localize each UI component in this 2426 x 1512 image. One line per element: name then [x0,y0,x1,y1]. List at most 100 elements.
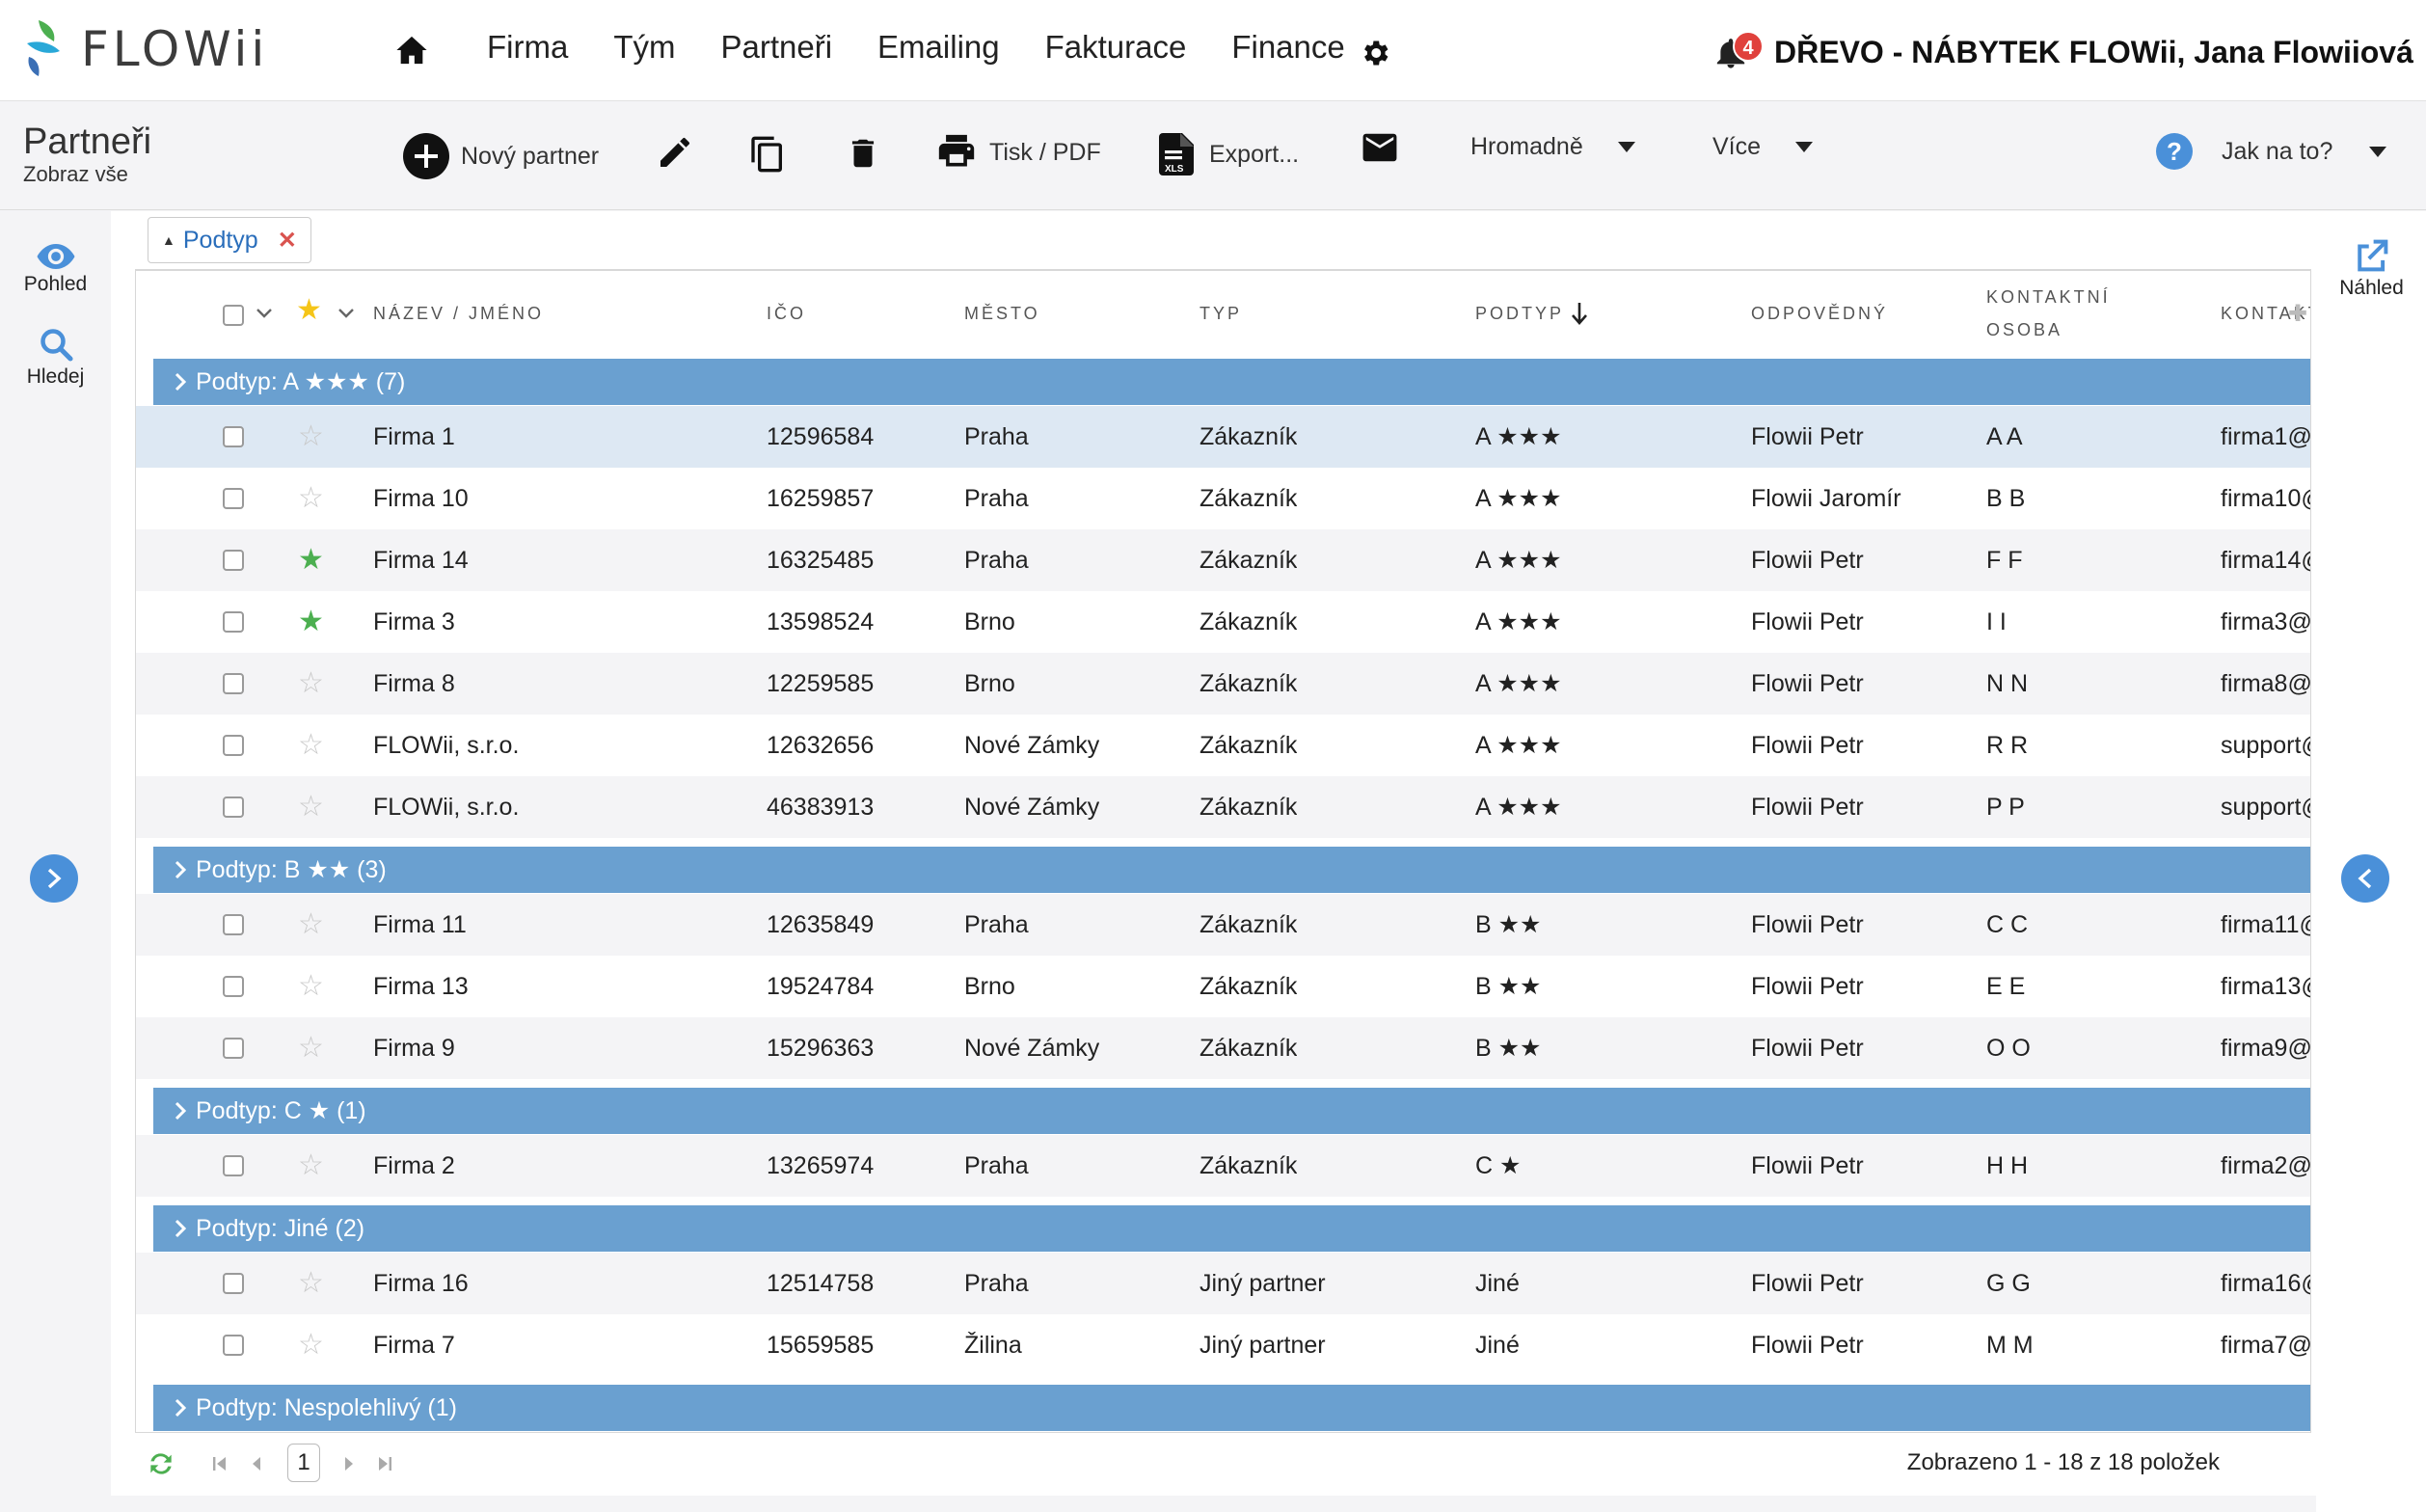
row-checkbox[interactable] [223,735,244,756]
row-checkbox[interactable] [223,796,244,818]
favorite-header-star-icon[interactable]: ★ [296,296,322,325]
cell-name[interactable]: Firma 14 [373,529,469,591]
preview-button[interactable]: Náhled [2316,238,2426,300]
row-checkbox[interactable] [223,1335,244,1356]
nav-fakturace[interactable]: Fakturace [1045,29,1187,66]
row-checkbox[interactable] [223,611,244,633]
company-user-label[interactable]: DŘEVO - NÁBYTEK FLOWii, Jana Flowiiová [1774,35,2413,70]
nav-finance[interactable]: Finance [1231,29,1344,66]
print-pdf-button[interactable]: Tisk / PDF [935,133,1101,172]
home-icon[interactable] [395,35,428,66]
more-dropdown[interactable]: Více [1712,133,1814,161]
cell-name[interactable]: Firma 11 [373,894,467,956]
table-row[interactable]: ☆ Firma 16 12514758 Praha Jiný partner Jiné Fl… [136,1253,2310,1314]
column-header-city[interactable]: MĚSTO [964,271,1040,356]
favorite-star-icon[interactable]: ☆ [298,972,324,1001]
table-row[interactable]: ☆ FLOWii, s.r.o. 12632656 Nové Zámky Zákazní… [136,715,2310,776]
favorite-star-icon[interactable]: ☆ [298,1269,324,1298]
table-row[interactable]: ☆ FLOWii, s.r.o. 46383913 Nové Zámky Zákazní… [136,776,2310,838]
cell-name[interactable]: Firma 10 [373,468,469,529]
column-header-type[interactable]: TYP [1200,271,1242,356]
row-checkbox[interactable] [223,1038,244,1059]
new-partner-button[interactable]: Nový partner [403,133,599,179]
table-row[interactable]: ☆ Firma 10 16259857 Praha Zákazník A ★★★ Flowi… [136,468,2310,529]
notification-badge[interactable]: 4 [1733,31,1764,62]
nav-emailing[interactable]: Emailing [877,29,1000,66]
group-header-row[interactable]: Podtyp: A ★★★ (7) [153,359,2310,405]
row-checkbox[interactable] [223,673,244,694]
help-dropdown[interactable]: ? Jak na to? [2156,133,2387,170]
table-row[interactable]: ☆ Firma 9 15296363 Nové Zámky Zákazník B ★★ Fl… [136,1017,2310,1079]
table-row[interactable]: ☆ Firma 11 12635849 Praha Zákazník B ★★ Flowii… [136,894,2310,956]
nav-firma[interactable]: Firma [487,29,568,66]
row-checkbox[interactable] [223,1273,244,1294]
group-header-row[interactable]: Podtyp: B ★★ (3) [153,847,2310,893]
column-header-subtype[interactable]: PODTYP [1475,271,1589,356]
cell-name[interactable]: Firma 7 [373,1314,455,1376]
table-row[interactable]: ☆ Firma 2 13265974 Praha Zákazník C ★ Flowii P… [136,1135,2310,1197]
edit-button[interactable] [656,133,694,172]
row-checkbox[interactable] [223,488,244,509]
table-row[interactable]: ★ Firma 14 16325485 Praha Zákazník A ★★★ Flowi… [136,529,2310,591]
row-checkbox[interactable] [223,426,244,447]
chevron-down-icon[interactable] [338,308,354,319]
favorite-star-icon[interactable]: ☆ [298,669,324,698]
row-checkbox[interactable] [223,976,244,997]
favorite-star-icon[interactable]: ☆ [298,910,324,939]
gear-icon[interactable] [1359,37,1391,69]
cell-name[interactable]: Firma 2 [373,1135,455,1197]
favorite-star-icon[interactable]: ☆ [298,1151,324,1180]
favorite-star-filled-icon[interactable]: ★ [298,546,324,575]
favorite-star-icon[interactable]: ☆ [298,731,324,760]
table-row[interactable]: ☆ Firma 1 12596584 Praha Zákazník A ★★★ Flowii… [136,406,2310,468]
remove-grouping-icon[interactable]: ✕ [278,227,297,255]
select-all-checkbox[interactable] [223,305,244,326]
group-header-row[interactable]: Podtyp: Jiné (2) [153,1205,2310,1252]
refresh-icon[interactable] [146,1449,176,1478]
cell-name[interactable]: Firma 9 [373,1017,455,1079]
last-page-icon[interactable] [377,1455,392,1472]
grouping-chip[interactable]: ▲ Podtyp ✕ [148,217,311,263]
cell-name[interactable]: Firma 3 [373,591,455,653]
cell-name[interactable]: Firma 1 [373,406,455,468]
cell-name[interactable]: Firma 8 [373,653,455,715]
row-checkbox[interactable] [223,914,244,935]
favorite-star-filled-icon[interactable]: ★ [298,608,324,636]
favorite-star-icon[interactable]: ☆ [298,484,324,513]
current-page[interactable]: 1 [287,1444,320,1482]
column-header-contact-person[interactable]: KONTAKTNÍ OSOBA [1986,271,2111,356]
view-filter-label[interactable]: Zobraz vše [23,162,128,187]
favorite-star-icon[interactable]: ☆ [298,793,324,822]
nav-partneri[interactable]: Partneři [720,29,832,66]
expand-left-panel-button[interactable] [30,854,78,903]
favorite-star-icon[interactable]: ☆ [298,422,324,451]
view-button[interactable]: Pohled [0,244,111,296]
previous-page-icon[interactable] [251,1455,262,1472]
column-header-responsible[interactable]: ODPOVĚDNÝ [1751,271,1888,356]
row-checkbox[interactable] [223,1155,244,1176]
chevron-down-icon[interactable] [256,308,272,319]
copy-button[interactable] [748,133,787,176]
column-settings-icon[interactable]: ✚ [2288,300,2307,328]
favorite-star-icon[interactable]: ☆ [298,1034,324,1063]
row-checkbox[interactable] [223,550,244,571]
group-header-row[interactable]: Podtyp: C ★ (1) [153,1088,2310,1134]
cell-name[interactable]: Firma 16 [373,1253,469,1314]
favorite-star-icon[interactable]: ☆ [298,1331,324,1360]
next-page-icon[interactable] [343,1455,355,1472]
table-row[interactable]: ☆ Firma 8 12259585 Brno Zákazník A ★★★ Flowii … [136,653,2310,715]
column-header-name[interactable]: NÁZEV / JMÉNO [373,271,544,356]
cell-name[interactable]: Firma 13 [373,956,469,1017]
table-row[interactable]: ☆ Firma 13 19524784 Brno Zákazník B ★★ Flowii … [136,956,2310,1017]
bulk-actions-dropdown[interactable]: Hromadně [1470,133,1635,161]
delete-button[interactable] [845,133,881,174]
flowii-logo[interactable]: FLOWii [21,15,268,83]
table-row[interactable]: ★Firma 1218584765PrahaDodavatelNespolehl… [136,1432,2311,1433]
nav-tym[interactable]: Tým [613,29,675,66]
cell-name[interactable]: Firma 12 [373,1432,469,1433]
export-button[interactable]: XLS Export... [1159,133,1299,176]
table-row[interactable]: ★ Firma 3 13598524 Brno Zákazník A ★★★ Flowii … [136,591,2310,653]
group-header-row[interactable]: Podtyp: Nespolehlivý (1) [153,1385,2310,1431]
cell-name[interactable]: FLOWii, s.r.o. [373,776,519,838]
column-header-ico[interactable]: IČO [767,271,806,356]
